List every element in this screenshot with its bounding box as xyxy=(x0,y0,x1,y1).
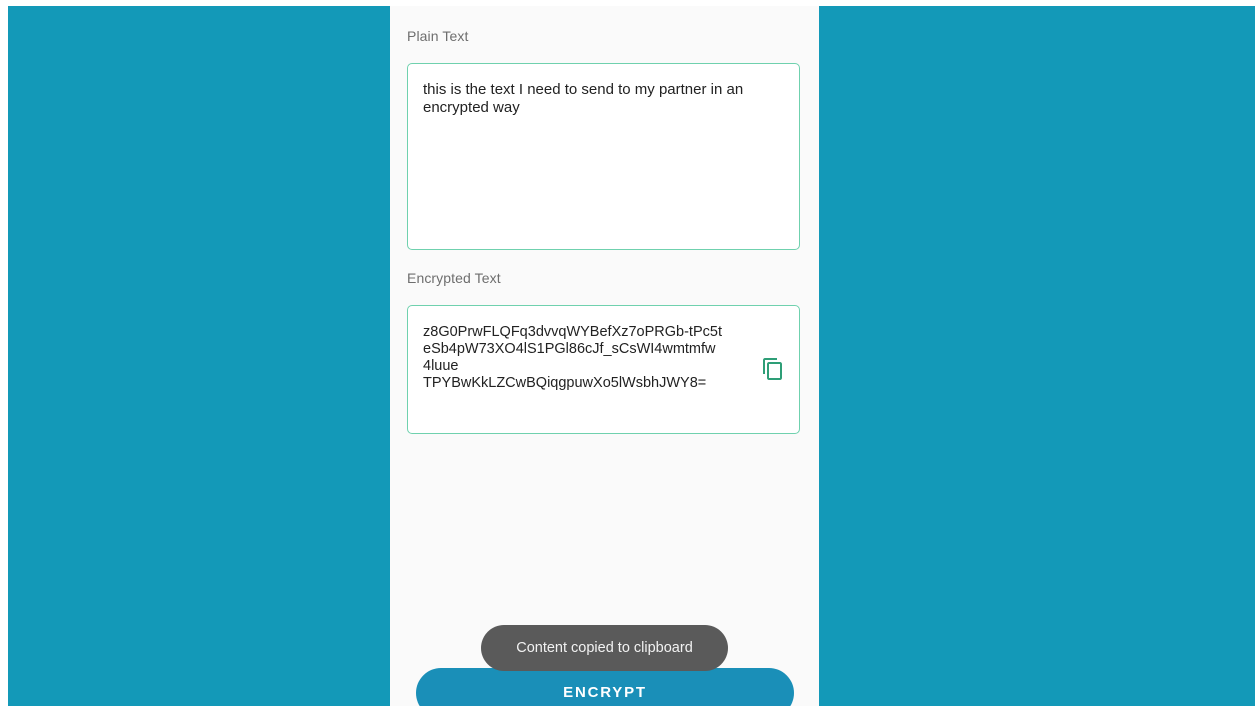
plain-text-input[interactable]: this is the text I need to send to my pa… xyxy=(407,63,800,250)
plain-text-line: encrypted way xyxy=(423,99,520,116)
toast-message: Content copied to clipboard xyxy=(516,640,693,656)
encrypted-text-line: eSb4pW73XO4lS1PGl86cJf_sCsWI4wmtmfw xyxy=(423,341,716,357)
encrypted-text-field[interactable]: z8G0PrwFLQFq3dvvqWYBefXz7oPRGb-tPc5t eSb… xyxy=(407,305,800,434)
content-copy-icon[interactable] xyxy=(761,357,785,381)
clipboard-toast: Content copied to clipboard xyxy=(481,625,728,671)
plain-text-line: this is the text I need to send to my pa… xyxy=(423,81,744,98)
encrypted-text-value: z8G0PrwFLQFq3dvvqWYBefXz7oPRGb-tPc5t eSb… xyxy=(423,324,758,392)
encrypted-text-label: Encrypted Text xyxy=(407,270,501,286)
phone-screen: Plain Text this is the text I need to se… xyxy=(390,6,819,706)
encrypted-text-line: TPYBwKkLZCwBQiqgpuwXo5lWsbhJWY8= xyxy=(423,375,707,391)
encrypt-button[interactable]: ENCRYPT xyxy=(416,668,794,706)
plain-text-label: Plain Text xyxy=(407,28,469,44)
encrypted-text-line: z8G0PrwFLQFq3dvvqWYBefXz7oPRGb-tPc5t xyxy=(423,324,722,340)
encrypted-text-line: 4luue xyxy=(423,358,459,374)
plain-text-value: this is the text I need to send to my pa… xyxy=(423,81,779,117)
